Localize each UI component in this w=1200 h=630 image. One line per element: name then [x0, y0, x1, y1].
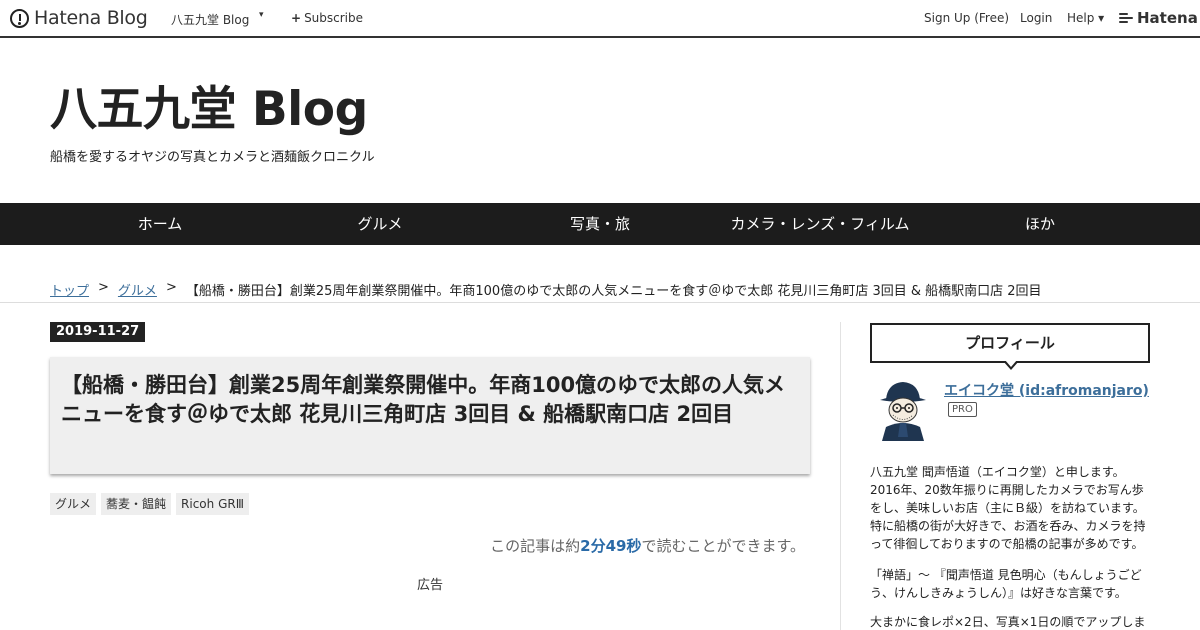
signup-link[interactable]: Sign Up (Free) [924, 11, 1009, 25]
chevron-down-icon[interactable]: ▾ [259, 10, 264, 20]
login-link[interactable]: Login [1020, 11, 1052, 25]
blog-description: 船橋を愛するオヤジの写真とカメラと酒麺飯クロニクル [50, 150, 375, 165]
avatar[interactable] [872, 377, 934, 441]
profile-zen-quote: 「禅語」～ 『聞声悟道 見色明心（もんしょうごどう、けんしきみょうしん）』は好き… [870, 568, 1142, 600]
nav-item-others[interactable]: ほか [1025, 203, 1055, 245]
blog-name-link[interactable]: 八五九堂 Blog [171, 11, 249, 28]
breadcrumb-separator: > [165, 280, 177, 295]
profile-heading-pointer-inner [1005, 360, 1017, 367]
blog-title[interactable]: 八五九堂 Blog [50, 82, 368, 138]
pro-badge[interactable]: PRO [948, 402, 977, 417]
nav-item-photo-travel[interactable]: 写真・旅 [570, 203, 630, 245]
breadcrumb-separator: > [98, 280, 109, 295]
breadcrumb-top-link[interactable]: トップ [50, 280, 89, 299]
hatena-blog-logo[interactable]: Hatena Blog [10, 7, 148, 29]
global-nav: ホーム グルメ 写真・旅 カメラ・レンズ・フィルム ほか [0, 203, 1200, 245]
profile-heading: プロフィール [870, 323, 1150, 363]
category-tag-gourmet[interactable]: グルメ [50, 493, 97, 515]
entry-title-box: 【船橋・勝田台】創業25周年創業祭開催中。年商100億のゆで太郎の人気メニューを… [50, 357, 810, 474]
entry-categories: グルメ 蕎麦・饂飩 Ricoh GRⅢ [50, 493, 249, 515]
nav-item-gourmet[interactable]: グルメ [357, 203, 402, 245]
help-menu[interactable]: Help ▾ [1067, 11, 1104, 25]
sidebar-divider [840, 322, 841, 630]
nav-item-home[interactable]: ホーム [138, 203, 183, 245]
reading-time-value: 2分49秒 [580, 537, 642, 555]
breadcrumb-category-link[interactable]: グルメ [118, 280, 157, 299]
hatena-blog-logo-icon [10, 8, 29, 28]
hatena-top-bar: Hatena Blog 八五九堂 Blog ▾ + Subscribe Sign… [0, 0, 1200, 38]
hatena-stripes-icon [1119, 12, 1133, 24]
profile-posting-schedule: 大まかに食レポ×2日、写真×1日の順でアップしま [870, 615, 1146, 629]
entry-title[interactable]: 【船橋・勝田台】創業25周年創業祭開催中。年商100億のゆで太郎の人気メニューを… [61, 371, 801, 429]
subscribe-label: Subscribe [304, 11, 364, 25]
hatena-link[interactable]: Hatena [1119, 9, 1198, 27]
hatena-blog-logo-text: Hatena Blog [34, 7, 148, 29]
entry-date[interactable]: 2019-11-27 [50, 322, 146, 342]
category-tag-soba-udon[interactable]: 蕎麦・饂飩 [101, 493, 172, 515]
nav-item-camera-lens-film[interactable]: カメラ・レンズ・フィルム [730, 203, 909, 245]
reading-time-suffix: で読むことができます。 [641, 537, 805, 555]
category-tag-ricoh-gr3[interactable]: Ricoh GRⅢ [176, 493, 249, 515]
profile-name-link[interactable]: エイコク堂 (id:afromanjaro) [944, 380, 1149, 400]
reading-time-prefix: この記事は約 [490, 537, 581, 555]
hatena-link-label: Hatena [1137, 9, 1198, 27]
subscribe-button[interactable]: + Subscribe [291, 11, 363, 25]
breadcrumb-divider [0, 302, 1200, 303]
reading-time: この記事は約2分49秒で読むことができます。 [490, 535, 805, 556]
profile-intro: 八五九堂 聞声悟道（エイコク堂）と申します。2016年、20数年振りに再開したカ… [870, 465, 1146, 551]
breadcrumb: トップ > グルメ > 【船橋・勝田台】創業25周年創業祭開催中。年商100億の… [50, 280, 1042, 299]
plus-icon: + [291, 11, 302, 25]
ad-label: 広告 [417, 578, 444, 593]
breadcrumb-current: 【船橋・勝田台】創業25周年創業祭開催中。年商100億のゆで太郎の人気メニューを… [185, 284, 1042, 299]
